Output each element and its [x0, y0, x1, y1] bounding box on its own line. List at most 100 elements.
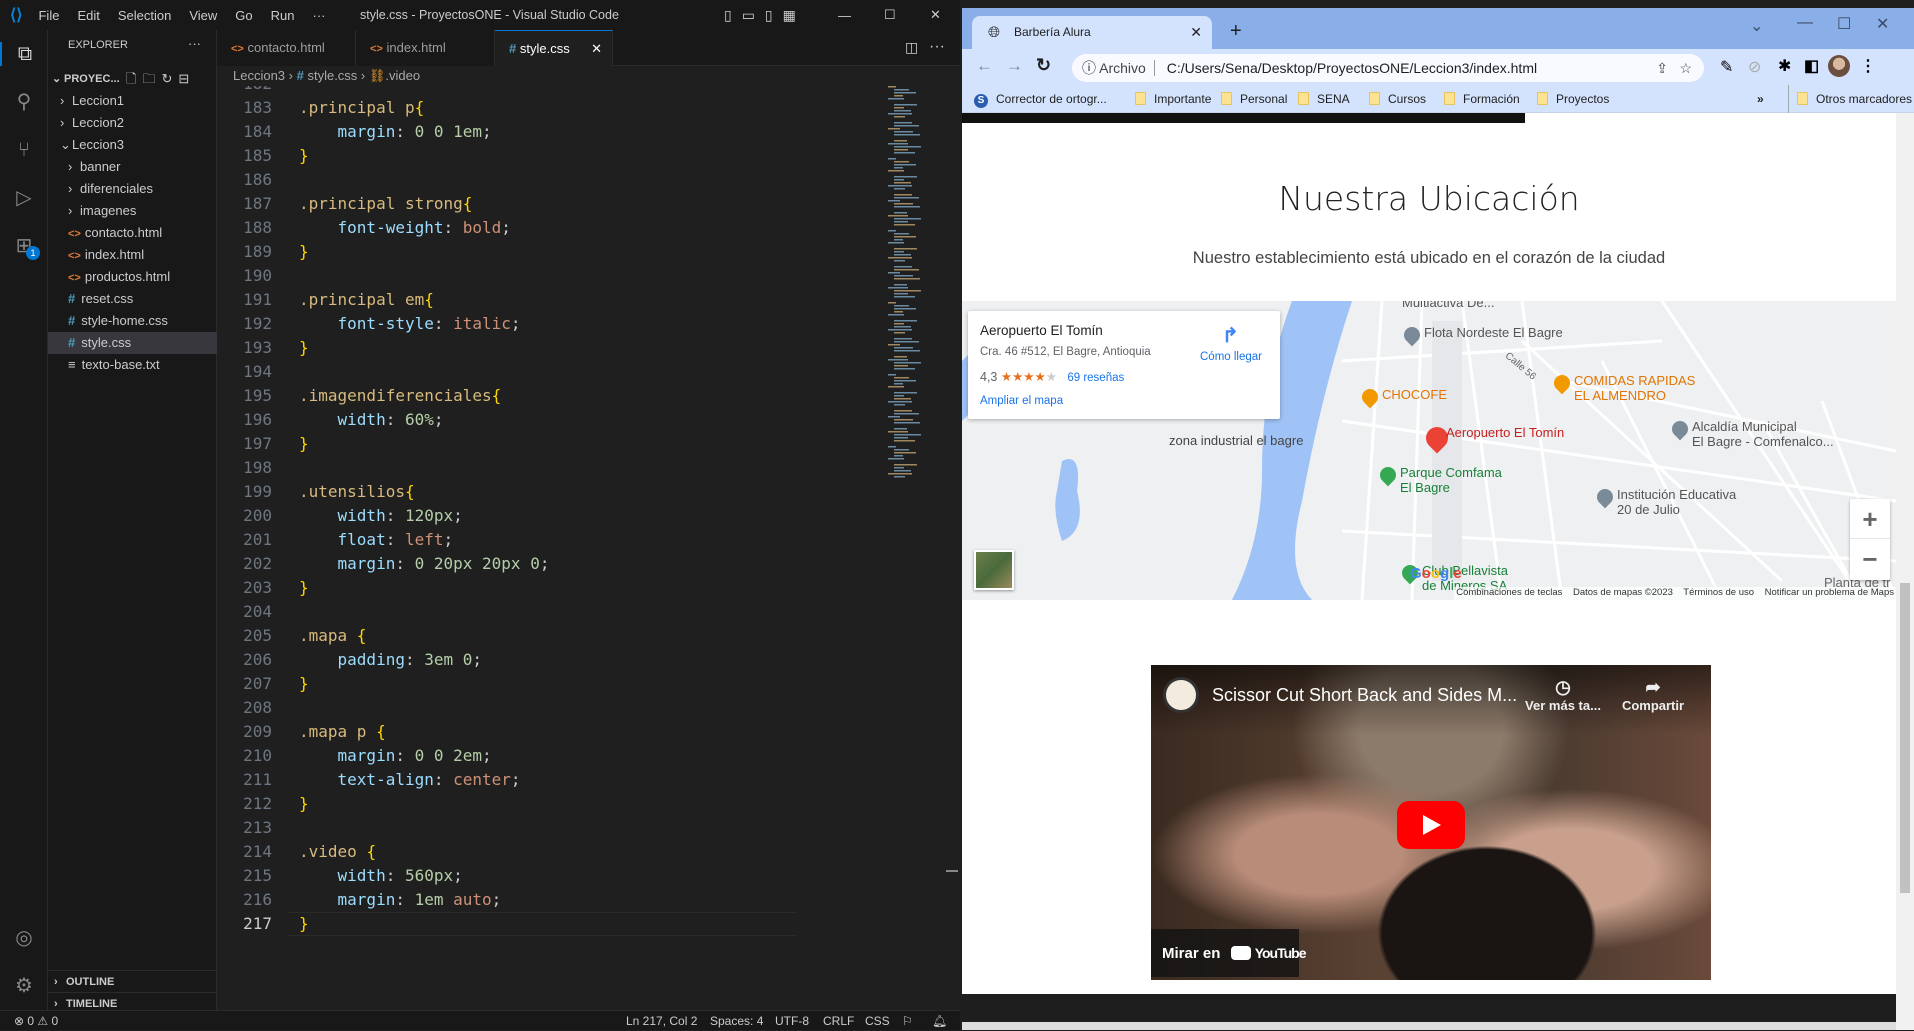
menu-item[interactable]: Run [271, 8, 295, 23]
menu-item[interactable]: Edit [77, 8, 99, 23]
tree-item[interactable]: › imagenes [48, 200, 217, 222]
bookmark-folder[interactable]: Formación [1444, 85, 1520, 113]
bookmark-folder[interactable]: SENA [1298, 85, 1350, 113]
tree-item[interactable]: › Leccion1 [48, 90, 217, 112]
tree-item[interactable]: # reset.css [48, 288, 217, 310]
enlarge-map-link[interactable]: Ampliar el mapa [980, 395, 1063, 407]
tab-contacto-html[interactable]: <> contacto.html [217, 30, 356, 66]
code-line[interactable]: width: 120px; [299, 504, 463, 528]
code-line[interactable]: margin: 0 0 1em; [299, 120, 492, 144]
editor-more-icon[interactable]: ··· [929, 38, 945, 56]
source-control-icon[interactable]: ⑂ [12, 138, 36, 162]
report-problem-link[interactable]: Notificar un problema de Maps [1765, 587, 1894, 598]
code-line[interactable]: .mapa { [299, 624, 366, 648]
map-label-aeropuerto[interactable]: Aeropuerto El Tomín [1446, 425, 1564, 440]
feedback-icon[interactable]: ⚐ [902, 1011, 913, 1031]
address-bar[interactable]: ⓘ Archivo C:/Users/Sena/Desktop/Proyecto… [1072, 54, 1704, 82]
breadcrumb-file[interactable]: style.css [307, 68, 357, 83]
menu-item[interactable]: ··· [312, 8, 325, 23]
satellite-toggle[interactable] [974, 550, 1014, 590]
code-line[interactable]: font-style: italic; [299, 312, 521, 336]
new-file-icon[interactable]: 🗋🗀↻⊟ [126, 68, 195, 90]
back-button[interactable]: ← [976, 56, 993, 76]
close-window-button[interactable]: ✕ [930, 7, 941, 23]
run-debug-icon[interactable]: ▷ [12, 186, 36, 210]
more-bookmarks-button[interactable]: » [1757, 85, 1764, 113]
code-line[interactable]: width: 60%; [299, 408, 444, 432]
tree-item[interactable]: # style-home.css [48, 310, 217, 332]
watch-on-youtube[interactable]: Mirar en YouTube [1151, 929, 1307, 977]
code-line[interactable]: font-weight: bold; [299, 216, 511, 240]
close-tab-icon[interactable]: ✕ [591, 31, 602, 67]
chrome-menu-icon[interactable]: ⋮ [1860, 56, 1876, 76]
close-tab-button[interactable]: ✕ [1190, 16, 1202, 49]
extensions-icon[interactable]: ⊞ 1 [12, 234, 40, 260]
project-root[interactable]: ⌄ PROYEC... 🗋🗀↻⊟ [48, 68, 217, 90]
code-line[interactable]: } [299, 792, 309, 816]
close-window-button[interactable]: ✕ [1876, 14, 1889, 34]
explorer-icon[interactable]: ⧉ [0, 42, 48, 66]
google-map[interactable]: Aeropuerto El Tomín Cra. 46 #512, El Bag… [962, 301, 1896, 600]
tree-item[interactable]: # style.css [48, 332, 217, 354]
extensions-puzzle-icon[interactable]: ✱ [1778, 56, 1791, 76]
tree-item[interactable]: › Leccion2 [48, 112, 217, 134]
bookmark-star-icon[interactable]: ☆ [1679, 54, 1692, 82]
notifications-bell-icon[interactable]: 🔔︎ [932, 1011, 947, 1031]
zoom-in-button[interactable]: + [1850, 499, 1890, 539]
play-button[interactable] [1397, 801, 1465, 849]
menu-item[interactable]: Go [235, 8, 252, 23]
code-line[interactable]: .principal em{ [299, 288, 434, 312]
keyboard-shortcuts-link[interactable]: Combinaciones de teclas [1456, 587, 1562, 598]
maximize-button[interactable]: ☐ [1837, 14, 1851, 34]
explorer-more-button[interactable]: ··· [188, 36, 201, 51]
map-label-alcaldia[interactable]: Alcaldía Municipal El Bagre - Comfenalco… [1692, 419, 1834, 449]
map-label-zona[interactable]: zona industrial el bagre [1169, 433, 1303, 448]
browser-tab[interactable]: 🌐︎ Barbería Alura ✕ [972, 16, 1212, 49]
breadcrumb-folder[interactable]: Leccion3 [233, 68, 285, 83]
indentation[interactable]: Spaces: 4 [710, 1011, 763, 1031]
tab-index-html[interactable]: <> index.html [356, 30, 495, 66]
minimize-button[interactable]: — [838, 8, 851, 23]
tab-style-css[interactable]: # style.css ✕ [495, 30, 613, 66]
menu-item[interactable]: Selection [118, 8, 171, 23]
extension-icon[interactable]: ⊘ [1748, 57, 1761, 77]
other-bookmarks[interactable]: Otros marcadores [1788, 85, 1912, 113]
code-line[interactable]: } [299, 336, 309, 360]
reload-button[interactable]: ↻ [1036, 55, 1051, 76]
code-line[interactable]: margin: 0 0 2em; [299, 744, 492, 768]
scroll-thumb[interactable] [1900, 583, 1910, 893]
tree-item[interactable]: ≡ texto-base.txt [48, 354, 217, 376]
code-line[interactable]: .imagendiferenciales{ [299, 384, 501, 408]
code-line[interactable]: padding: 3em 0; [299, 648, 483, 672]
code-line[interactable]: .utensilios{ [299, 480, 415, 504]
cursor-position[interactable]: Ln 217, Col 2 [626, 1011, 697, 1031]
line-ending[interactable]: CRLF [823, 1011, 854, 1031]
map-label-parque[interactable]: Parque Comfama El Bagre [1400, 465, 1502, 495]
code-line[interactable]: } [299, 240, 309, 264]
forward-button[interactable]: → [1006, 56, 1023, 76]
code-line[interactable]: } [299, 576, 309, 600]
tree-item[interactable]: › diferenciales [48, 178, 217, 200]
breadcrumb-symbol[interactable]: .video [385, 68, 420, 83]
tree-item[interactable]: ⌄Leccion3 [48, 134, 217, 156]
page-horizontal-scrollbar[interactable] [962, 1022, 1896, 1030]
maximize-button[interactable]: ☐ [884, 7, 896, 23]
code-line[interactable]: float: left; [299, 528, 454, 552]
map-label-top_partial[interactable]: Multiactiva De... [1402, 301, 1494, 310]
directions-link[interactable]: Cómo llegar [1200, 351, 1262, 363]
watch-later-button[interactable]: ◷ Ver más ta... [1523, 677, 1603, 713]
video-title[interactable]: Scissor Cut Short Back and Sides M... [1212, 685, 1517, 706]
side-panel-icon[interactable]: ◧ [1804, 56, 1819, 76]
code-line[interactable]: margin: 0 20px 20px 0; [299, 552, 550, 576]
minimap[interactable] [885, 86, 945, 526]
code-line[interactable]: } [299, 432, 309, 456]
outline-section[interactable]: › OUTLINE [48, 970, 217, 992]
split-editor-icon[interactable]: ◫ [905, 39, 918, 56]
reviews-link[interactable]: 69 reseñas [1067, 372, 1124, 384]
bookmark-folder[interactable]: Personal [1221, 85, 1287, 113]
layout-toggle-icons[interactable]: ▯▭▯▦ [724, 7, 806, 24]
code-line[interactable]: } [299, 672, 309, 696]
bookmark-item[interactable]: S Corrector de ortogr... [974, 85, 1107, 113]
page-vertical-scrollbar[interactable] [1896, 113, 1914, 1030]
bookmark-folder[interactable]: Importante [1135, 85, 1211, 113]
